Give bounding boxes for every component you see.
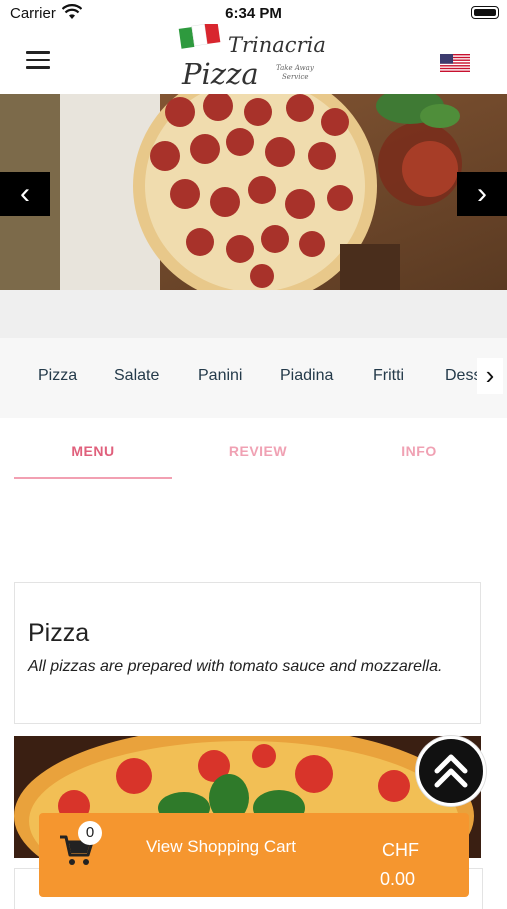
chevron-left-icon: ‹ xyxy=(20,177,30,210)
status-time: 6:34 PM xyxy=(225,5,282,22)
svg-text:Pizza: Pizza xyxy=(181,57,259,91)
carousel-prev-button[interactable]: ‹ xyxy=(0,172,50,216)
hero-carousel-image xyxy=(0,94,507,290)
svg-text:Trinacria: Trinacria xyxy=(228,33,326,57)
trinacria-pizza-logo: Trinacria Pizza Take Away Service xyxy=(178,24,326,91)
tab-review[interactable]: REVIEW xyxy=(179,443,337,459)
hamburger-icon[interactable] xyxy=(26,51,50,69)
category-scroll-next-button[interactable]: › xyxy=(477,358,503,394)
cart-total: 0.00 xyxy=(380,869,416,889)
section-title: Pizza xyxy=(28,619,90,647)
svg-text:Service: Service xyxy=(282,73,309,81)
active-tab-indicator xyxy=(14,477,172,479)
app-header: Trinacria Pizza Take Away Service xyxy=(0,24,507,94)
cart-label: View Shopping Cart xyxy=(146,837,296,856)
us-flag-icon[interactable] xyxy=(440,54,470,72)
category-salate[interactable]: Salate xyxy=(114,367,159,385)
section-description: All pizzas are prepared with tomato sauc… xyxy=(28,658,443,675)
cart-currency: CHF xyxy=(382,840,419,860)
cart-count-badge: 0 xyxy=(78,821,102,845)
category-pizza[interactable]: Pizza xyxy=(38,367,77,385)
menu-section-header: Pizza All pizzas are prepared with tomat… xyxy=(14,582,481,724)
category-piadina[interactable]: Piadina xyxy=(280,367,333,385)
battery-icon xyxy=(471,6,499,19)
category-bar: Pizza Salate Panini Piadina Fritti Desse… xyxy=(0,338,507,418)
spacer-band xyxy=(0,290,507,338)
double-chevron-up-icon xyxy=(434,754,468,788)
view-cart-button[interactable]: 0 View Shopping Cart CHF 0.00 xyxy=(39,813,469,897)
tab-info[interactable]: INFO xyxy=(340,443,498,459)
category-fritti[interactable]: Fritti xyxy=(373,367,404,385)
carousel-next-button[interactable]: › xyxy=(457,172,507,216)
scroll-to-top-button[interactable] xyxy=(416,736,486,806)
chevron-right-icon: › xyxy=(485,360,495,390)
tab-menu[interactable]: MENU xyxy=(14,443,172,459)
svg-text:Take Away: Take Away xyxy=(276,64,315,72)
chevron-right-icon: › xyxy=(477,177,487,210)
category-panini[interactable]: Panini xyxy=(198,367,242,385)
